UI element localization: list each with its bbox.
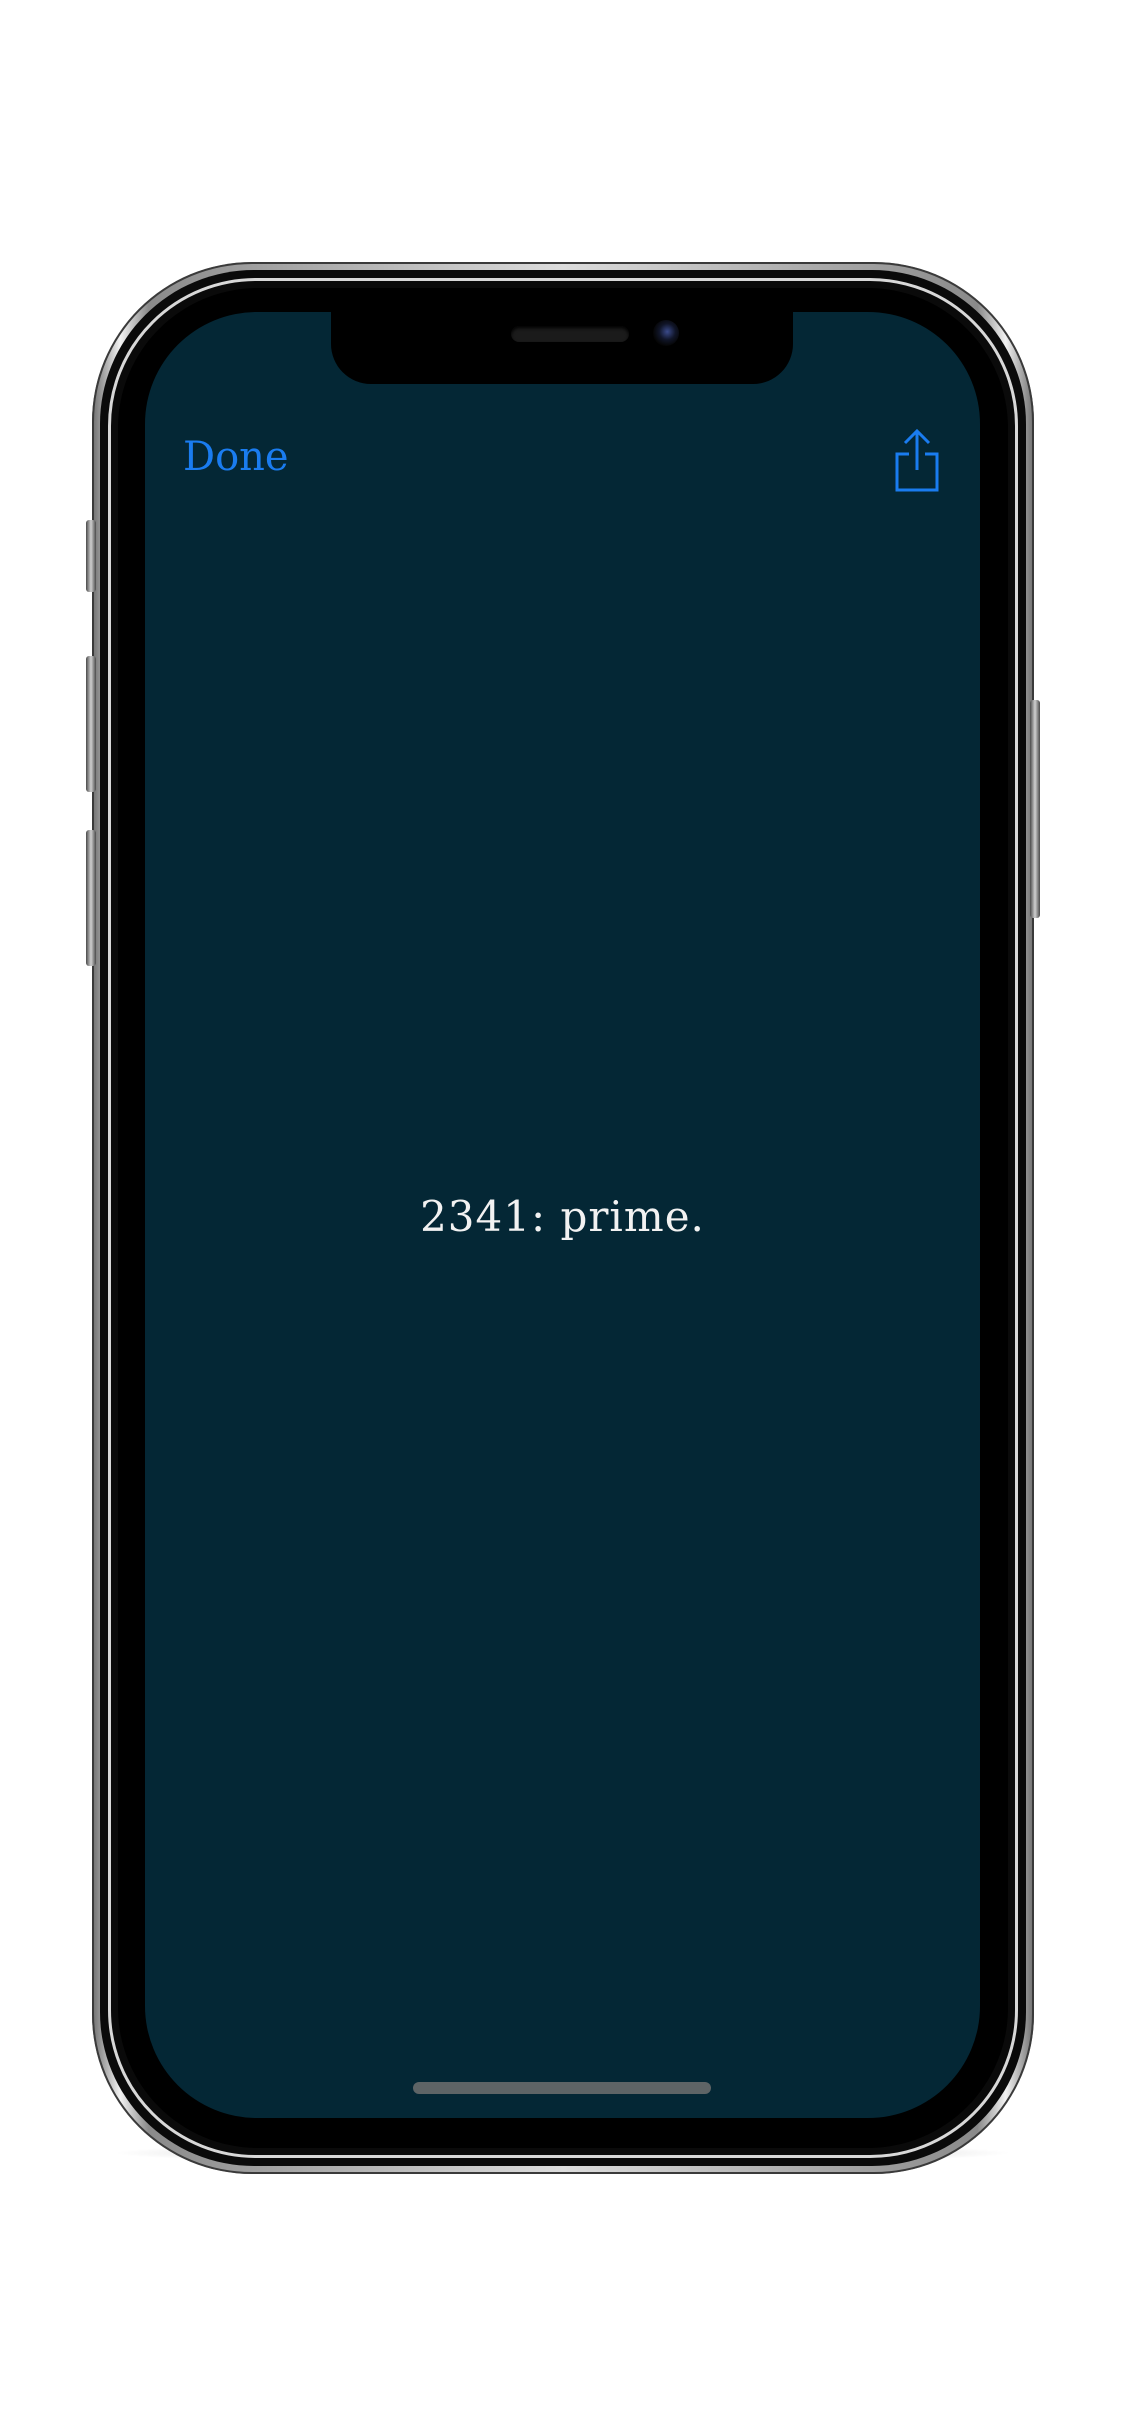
done-button[interactable]: Done [183,434,289,480]
silent-switch [86,520,96,592]
volume-down-button [86,830,96,966]
earpiece-speaker [511,326,629,342]
share-button[interactable] [893,428,941,494]
app-screen: Done 2341: prime. [145,312,980,2118]
power-button [1030,700,1040,918]
notch [331,312,793,384]
result-text: 2341: prime. [420,1192,705,1241]
volume-up-button [86,656,96,792]
front-camera [653,320,679,346]
share-icon [893,428,941,494]
home-indicator[interactable] [413,2082,711,2094]
